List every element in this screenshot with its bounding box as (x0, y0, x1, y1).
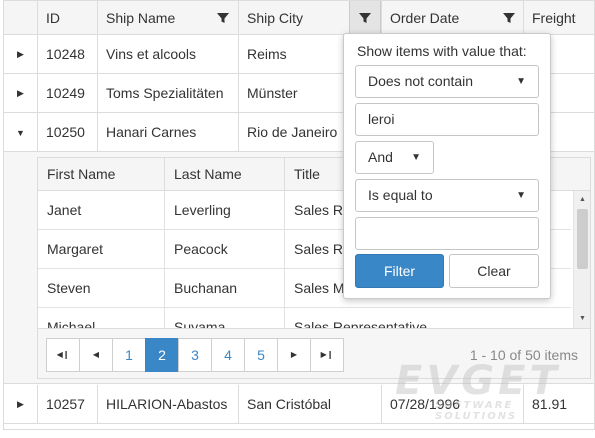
header-ship-name[interactable]: Ship Name (97, 1, 238, 35)
filter-button[interactable]: Filter (355, 254, 444, 288)
chevron-down-icon: ▼ (516, 190, 526, 201)
filter-icon (359, 13, 371, 23)
expand-icon[interactable]: ▶ (4, 385, 37, 424)
detail-last-name: Peacock (164, 230, 284, 269)
filter-value2-input[interactable] (355, 217, 539, 250)
operator2-dropdown[interactable]: Is equal to ▼ (355, 179, 539, 212)
cell-id: 10248 (37, 35, 97, 74)
chevron-down-icon: ▼ (516, 76, 526, 87)
detail-first-name: Steven (47, 280, 91, 296)
pager: ◀❙ ◀ 1 2 3 4 5 ▶ ▶❙ 1 - 10 of 50 items (38, 328, 590, 378)
collapse-icon[interactable]: ▼ (4, 113, 37, 152)
scroll-thumb[interactable] (577, 209, 588, 269)
next-page-icon[interactable]: ▶ (277, 338, 311, 372)
scroll-down-icon[interactable]: ▼ (574, 312, 590, 326)
header-order-date-label: Order Date (390, 10, 460, 26)
prev-page-icon[interactable]: ◀ (79, 338, 113, 372)
expand-icon[interactable]: ▶ (4, 74, 37, 113)
page-button[interactable]: 4 (211, 338, 245, 372)
detail-first-name: Margaret (47, 241, 104, 257)
header-ship-city-label: Ship City (247, 10, 304, 26)
header-id[interactable]: ID (37, 1, 97, 35)
filter-menu: Show items with value that: Does not con… (343, 33, 551, 299)
table-row[interactable]: ▶ 10257 HILARION-Abastos San Cristóbal 0… (4, 385, 594, 424)
cell-id: 10249 (37, 74, 97, 113)
cell-ship-name: Toms Spezialitäten (97, 74, 238, 113)
filter-icon[interactable] (501, 10, 517, 26)
clear-button[interactable]: Clear (449, 254, 539, 288)
pager-info: 1 - 10 of 50 items (469, 347, 578, 363)
first-page-icon[interactable]: ◀❙ (46, 338, 80, 372)
detail-header-last-name[interactable]: Last Name (164, 158, 284, 191)
grid-header: ID Ship Name Ship City Order Date Freigh… (4, 1, 594, 35)
cell-ship-city: San Cristóbal (238, 385, 381, 424)
operator1-dropdown[interactable]: Does not contain ▼ (355, 65, 539, 98)
header-freight[interactable]: Freight (523, 1, 594, 35)
cell-ship-name: Hanari Carnes (97, 113, 238, 152)
page-button[interactable]: 1 (112, 338, 146, 372)
detail-first-name: Janet (47, 202, 82, 218)
cell-id: 10257 (37, 385, 97, 424)
detail-last-name: Buchanan (164, 269, 284, 308)
detail-header-first-name[interactable]: First Name (38, 158, 164, 191)
operator1-value: Does not contain (368, 73, 474, 89)
header-order-date[interactable]: Order Date (381, 1, 523, 35)
page-button[interactable]: 5 (244, 338, 278, 372)
cell-id: 10250 (37, 113, 97, 152)
expand-icon[interactable]: ▶ (4, 35, 37, 74)
vertical-scrollbar[interactable]: ▲ ▼ (573, 191, 590, 328)
header-id-label: ID (46, 10, 60, 26)
operator2-value: Is equal to (368, 187, 433, 203)
filter-menu-title: Show items with value that: (357, 43, 527, 59)
ship-city-filter-button[interactable] (349, 1, 381, 35)
cell-freight: 81.91 (523, 385, 594, 424)
page-button[interactable]: 3 (178, 338, 212, 372)
filter-icon[interactable] (215, 10, 231, 26)
scroll-up-icon[interactable]: ▲ (574, 193, 590, 207)
header-freight-label: Freight (532, 10, 576, 26)
logic-value: And (368, 149, 393, 165)
chevron-down-icon: ▼ (411, 152, 421, 163)
cell-order-date: 07/28/1996 (381, 385, 523, 424)
page-button-selected[interactable]: 2 (145, 338, 179, 372)
logic-dropdown[interactable]: And ▼ (355, 141, 434, 174)
detail-last-name: Leverling (164, 191, 284, 230)
header-ship-name-label: Ship Name (106, 10, 176, 26)
filter-value1-input[interactable]: leroi (355, 103, 539, 136)
last-page-icon[interactable]: ▶❙ (310, 338, 344, 372)
cell-ship-name: HILARION-Abastos (97, 385, 238, 424)
cell-ship-name: Vins et alcools (97, 35, 238, 74)
